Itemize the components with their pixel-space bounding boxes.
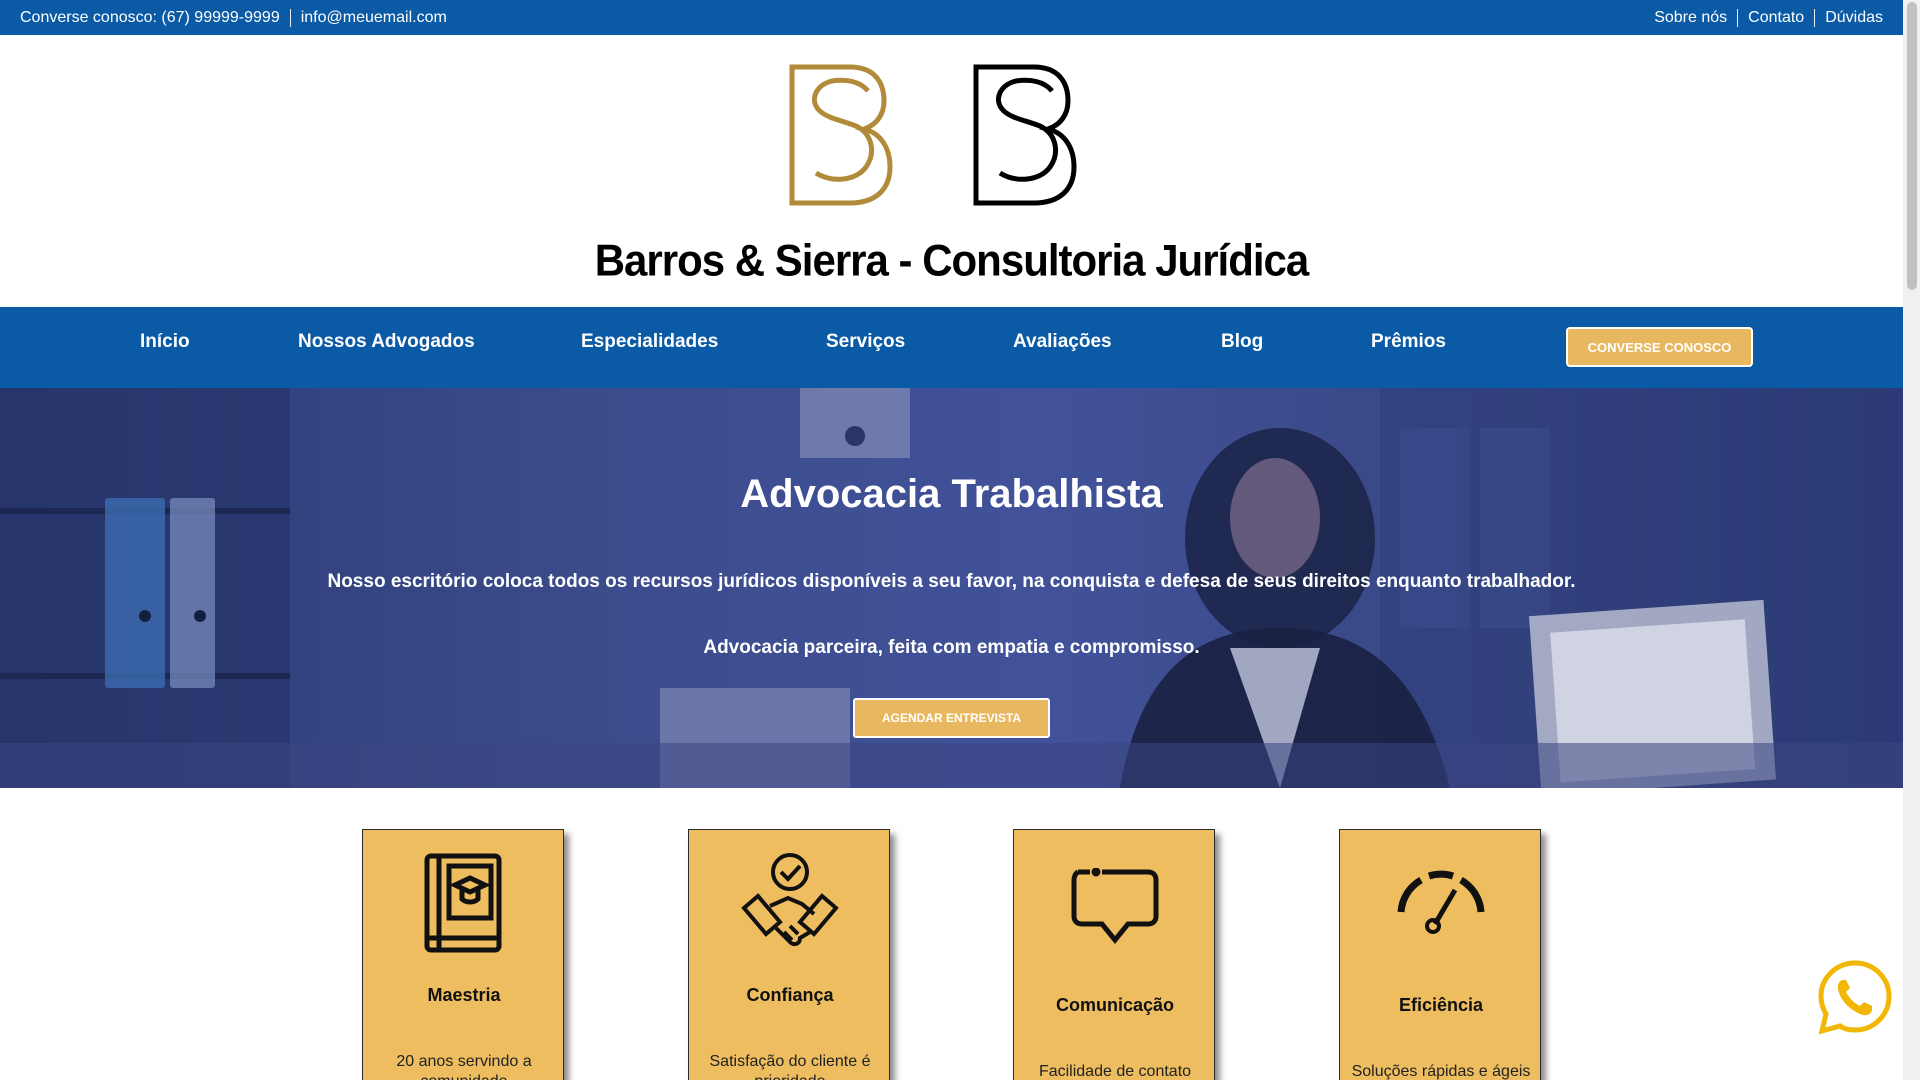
divider	[1814, 8, 1816, 27]
card-description: 20 anos servindo a comunidade	[396, 1053, 532, 1080]
email-link[interactable]: info@meuemail.com	[301, 9, 447, 27]
speedometer-icon	[1340, 868, 1542, 978]
nav-item-avaliacoes[interactable]: Avaliações	[1013, 307, 1112, 388]
feature-card-maestria: Maestria 20 anos servindo a comunidade	[362, 829, 564, 1080]
contact-cta-button[interactable]: CONVERSE CONOSCO	[1566, 327, 1753, 367]
contact-link[interactable]: Contato	[1748, 9, 1804, 27]
about-link[interactable]: Sobre nós	[1654, 9, 1727, 27]
top-bar-contact: Converse conosco: (67) 99999-9999 info@m…	[20, 0, 447, 35]
whatsapp-icon[interactable]	[1816, 958, 1894, 1036]
divider	[1737, 8, 1739, 27]
page: Converse conosco: (67) 99999-9999 info@m…	[0, 0, 1903, 1080]
feature-card-comunicacao: Comunicação Facilidade de contato	[1013, 829, 1215, 1080]
nav-item-servicos[interactable]: Serviços	[826, 307, 905, 388]
card-title: Eficiência	[1398, 995, 1484, 1015]
main-nav: Início Nossos Advogados Especialidades S…	[0, 307, 1903, 388]
brand-name: Barros & Sierra - Consultoria Jurídica	[594, 235, 1310, 286]
scrollbar-thumb[interactable]	[1907, 2, 1917, 290]
nav-item-advogados[interactable]: Nossos Advogados	[298, 307, 475, 388]
divider	[289, 8, 291, 27]
nav-item-premios[interactable]: Prêmios	[1371, 307, 1446, 388]
feature-card-eficiencia: Eficiência Soluções rápidas e ágeis	[1339, 829, 1541, 1080]
card-description: Facilidade de contato	[1038, 1063, 1192, 1080]
brand-logo[interactable]	[780, 63, 1100, 213]
top-bar-links: Sobre nós Contato Dúvidas	[1654, 0, 1883, 35]
card-description: Soluções rápidas e ágeis	[1351, 1063, 1531, 1080]
handshake-check-icon	[689, 852, 891, 962]
chat-bubble-icon	[1014, 868, 1216, 978]
hero-title: Advocacia Trabalhista	[740, 472, 1163, 516]
nav-item-inicio[interactable]: Início	[140, 307, 190, 388]
schedule-interview-button[interactable]: AGENDAR ENTREVISTA	[853, 698, 1050, 738]
phone-link[interactable]: Converse conosco: (67) 99999-9999	[20, 9, 280, 27]
card-title: Maestria	[427, 985, 501, 1005]
hero-description: Nosso escritório coloca todos os recurso…	[327, 571, 1576, 592]
feature-card-confianca: Confiança Satisfação do cliente é priori…	[688, 829, 890, 1080]
card-description: Satisfação do cliente é prioridade	[709, 1053, 871, 1080]
top-bar: Converse conosco: (67) 99999-9999 info@m…	[0, 0, 1903, 35]
faq-link[interactable]: Dúvidas	[1825, 9, 1883, 27]
nav-item-blog[interactable]: Blog	[1221, 307, 1263, 388]
book-graduation-icon	[363, 852, 565, 962]
header: Barros & Sierra - Consultoria Jurídica	[0, 35, 1903, 307]
nav-item-especialidades[interactable]: Especialidades	[581, 307, 718, 388]
card-title: Comunicação	[1055, 995, 1175, 1015]
hero-banner: Advocacia Trabalhista Nosso escritório c…	[0, 388, 1903, 788]
hero-tagline: Advocacia parceira, feita com empatia e …	[703, 637, 1200, 658]
card-title: Confiança	[746, 985, 834, 1005]
scrollbar[interactable]	[1903, 0, 1920, 1080]
